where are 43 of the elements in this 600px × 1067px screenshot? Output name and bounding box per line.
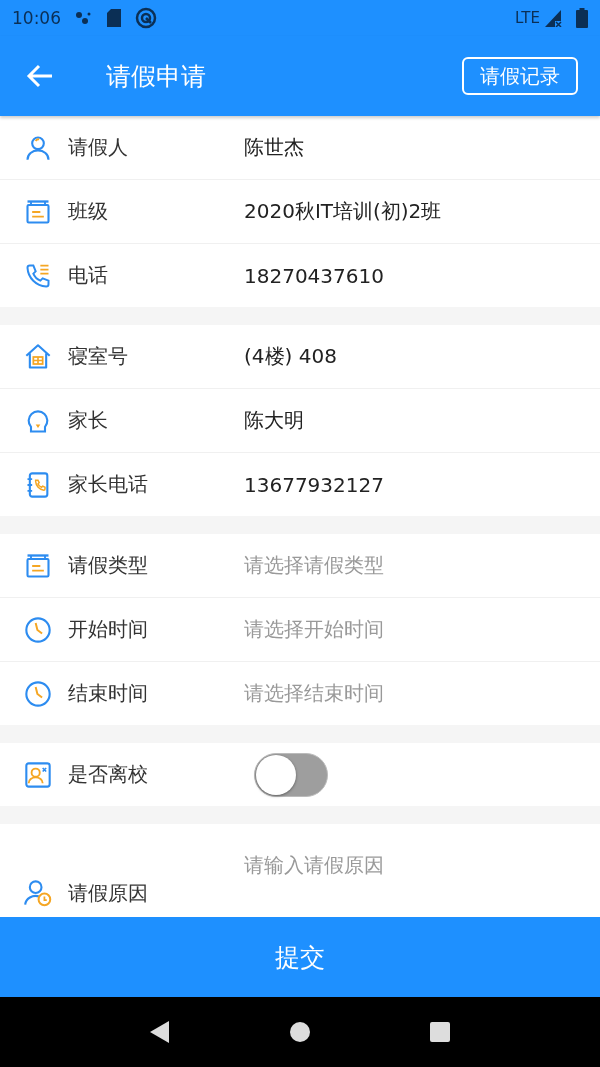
field-value: (4楼) 408 — [244, 343, 337, 370]
toggle-switch[interactable] — [254, 752, 328, 797]
leave-records-button[interactable]: 请假记录 — [462, 57, 578, 95]
field-label: 班级 — [68, 198, 109, 225]
field-label: 请假原因 — [68, 880, 149, 907]
person-card-icon — [24, 760, 52, 789]
submit-button[interactable]: 提交 — [0, 917, 600, 997]
select-field[interactable]: 请选择请假类型 — [244, 552, 384, 579]
signal-icon — [544, 9, 562, 27]
field-label: 请假人 — [68, 134, 129, 161]
back-arrow-icon[interactable] — [26, 64, 54, 88]
page-title: 请假申请 — [106, 60, 207, 93]
battery-icon — [576, 8, 588, 28]
board-icon — [24, 197, 52, 226]
clock-icon — [24, 615, 52, 644]
field-label: 家长电话 — [68, 471, 149, 498]
back-icon[interactable] — [149, 1020, 171, 1044]
field-value: 2020秋IT培训(初)2班 — [244, 198, 442, 225]
field-value: 18270437610 — [244, 263, 384, 288]
field-label: 电话 — [68, 262, 109, 289]
field-value: 陈世杰 — [244, 134, 304, 161]
notification-dots-icon — [75, 10, 93, 26]
house-icon — [24, 342, 52, 371]
field-label: 家长 — [68, 407, 109, 434]
field-value: 陈大明 — [244, 407, 304, 434]
board-icon — [24, 551, 52, 580]
field-label: 结束时间 — [68, 680, 149, 707]
network-type: LTE — [515, 9, 540, 27]
field-label: 开始时间 — [68, 616, 149, 643]
field-label: 是否离校 — [68, 761, 149, 788]
clock-icon — [24, 679, 52, 708]
person-clock-icon — [24, 879, 52, 907]
field-label: 寝室号 — [68, 343, 129, 370]
status-time: 10:06 — [12, 8, 61, 28]
sd-card-icon — [107, 9, 121, 27]
select-field[interactable]: 请选择结束时间 — [244, 680, 384, 707]
home-icon[interactable] — [289, 1021, 311, 1043]
field-label: 请假类型 — [68, 552, 149, 579]
recents-icon[interactable] — [429, 1021, 451, 1043]
field-value: 13677932127 — [244, 472, 384, 497]
reason-field[interactable]: 请输入请假原因 — [244, 852, 384, 879]
select-field[interactable]: 请选择开始时间 — [244, 616, 384, 643]
circle-icon — [135, 7, 157, 29]
